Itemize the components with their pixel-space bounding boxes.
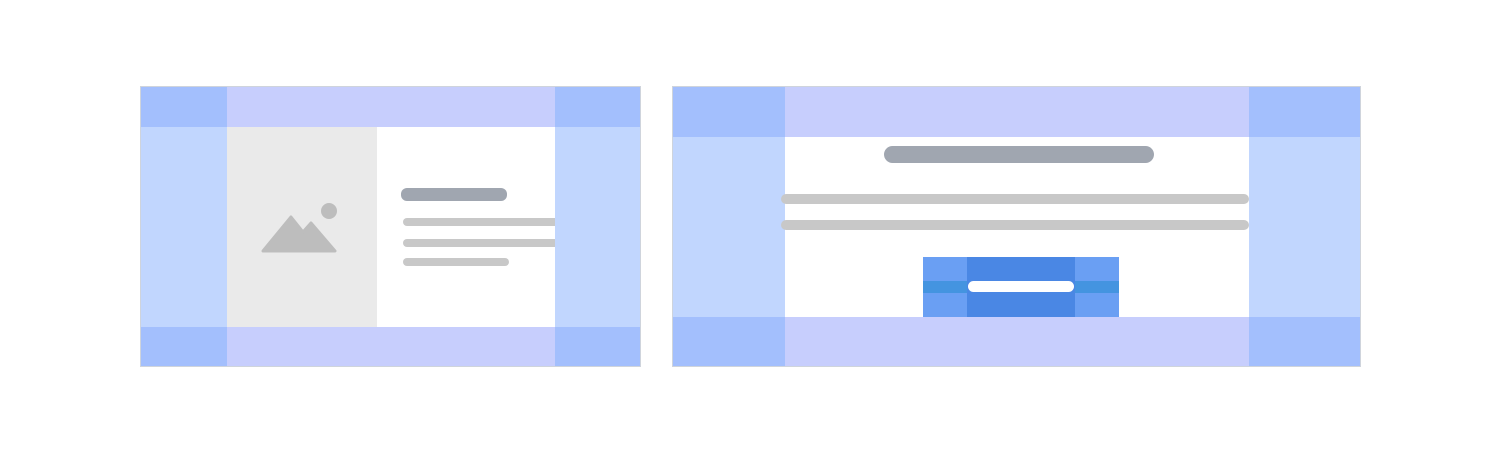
dialog-diagram <box>672 86 1361 367</box>
dialog-content <box>781 137 1249 317</box>
card-title-line <box>401 188 507 201</box>
padding-bottom <box>227 327 555 366</box>
padding-top <box>227 87 555 127</box>
media-card-diagram <box>140 86 641 367</box>
padding-corner-bottom-left <box>141 327 227 366</box>
padding-top <box>785 87 1249 137</box>
padding-corner-bottom-right <box>555 327 640 366</box>
padding-corner-top-left <box>141 87 227 127</box>
dialog-title-line <box>884 146 1154 163</box>
padding-corner-top-right <box>555 87 640 127</box>
button-label-pill <box>968 281 1074 292</box>
dialog-text-line-1 <box>781 194 1249 204</box>
padding-corner-bottom-left <box>673 317 785 366</box>
padding-right <box>555 127 640 327</box>
padding-corner-top-left <box>673 87 785 137</box>
padding-left <box>673 137 785 317</box>
media-area <box>227 127 377 327</box>
card-content <box>377 127 563 327</box>
padding-left <box>141 127 227 327</box>
card-text-line-2 <box>403 239 563 247</box>
dialog-text-line-2 <box>781 220 1249 230</box>
image-placeholder-icon <box>261 203 337 253</box>
padding-corner-bottom-right <box>1249 317 1360 366</box>
card-text-line-3 <box>403 258 509 266</box>
card-text-line-1 <box>403 218 563 226</box>
padding-corner-top-right <box>1249 87 1360 137</box>
padding-bottom <box>785 317 1249 366</box>
padding-right <box>1249 137 1360 317</box>
dialog-button[interactable] <box>923 257 1119 317</box>
